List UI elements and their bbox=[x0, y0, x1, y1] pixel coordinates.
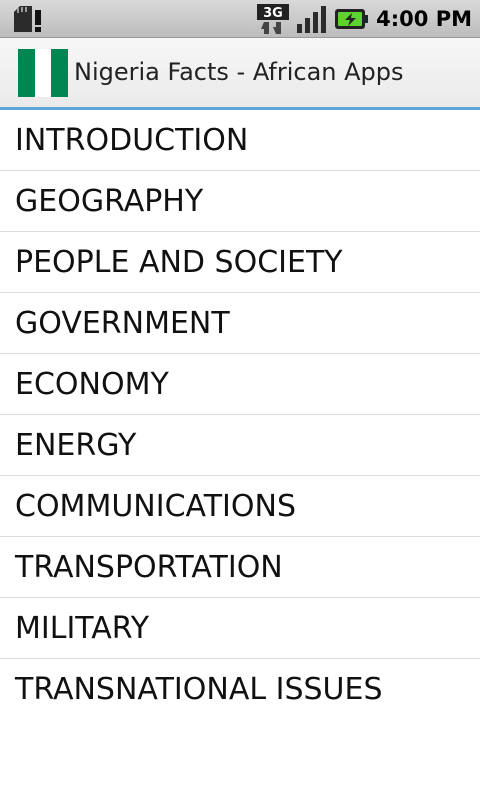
list-item-introduction[interactable]: INTRODUCTION bbox=[0, 110, 480, 171]
flag-band-center bbox=[34, 49, 52, 97]
list-item-economy[interactable]: ECONOMY bbox=[0, 354, 480, 415]
list-item-government[interactable]: GOVERNMENT bbox=[0, 293, 480, 354]
3g-data-icon: 3G bbox=[257, 4, 290, 34]
sd-card-warning-icon bbox=[14, 6, 41, 32]
list-item-communications[interactable]: COMMUNICATIONS bbox=[0, 476, 480, 537]
status-bar: 3G 4:00 PM bbox=[0, 0, 480, 38]
list-item-people-and-society[interactable]: PEOPLE AND SOCIETY bbox=[0, 232, 480, 293]
signal-strength-icon bbox=[297, 6, 327, 33]
list-item-energy[interactable]: ENERGY bbox=[0, 415, 480, 476]
battery-charging-icon bbox=[335, 9, 369, 29]
list-item-geography[interactable]: GEOGRAPHY bbox=[0, 171, 480, 232]
app-title: Nigeria Facts - African Apps bbox=[74, 58, 404, 86]
list-item-transportation[interactable]: TRANSPORTATION bbox=[0, 537, 480, 598]
flag-band-right bbox=[51, 49, 69, 97]
nigeria-flag-icon bbox=[18, 49, 69, 97]
list-item-military[interactable]: MILITARY bbox=[0, 598, 480, 659]
status-clock: 4:00 PM bbox=[376, 7, 472, 31]
flag-band-left bbox=[18, 49, 35, 97]
topic-list: INTRODUCTION GEOGRAPHY PEOPLE AND SOCIET… bbox=[0, 110, 480, 720]
network-type-text: 3G bbox=[263, 6, 283, 21]
list-item-transnational-issues[interactable]: TRANSNATIONAL ISSUES bbox=[0, 659, 480, 720]
app-title-bar: Nigeria Facts - African Apps bbox=[0, 38, 480, 110]
